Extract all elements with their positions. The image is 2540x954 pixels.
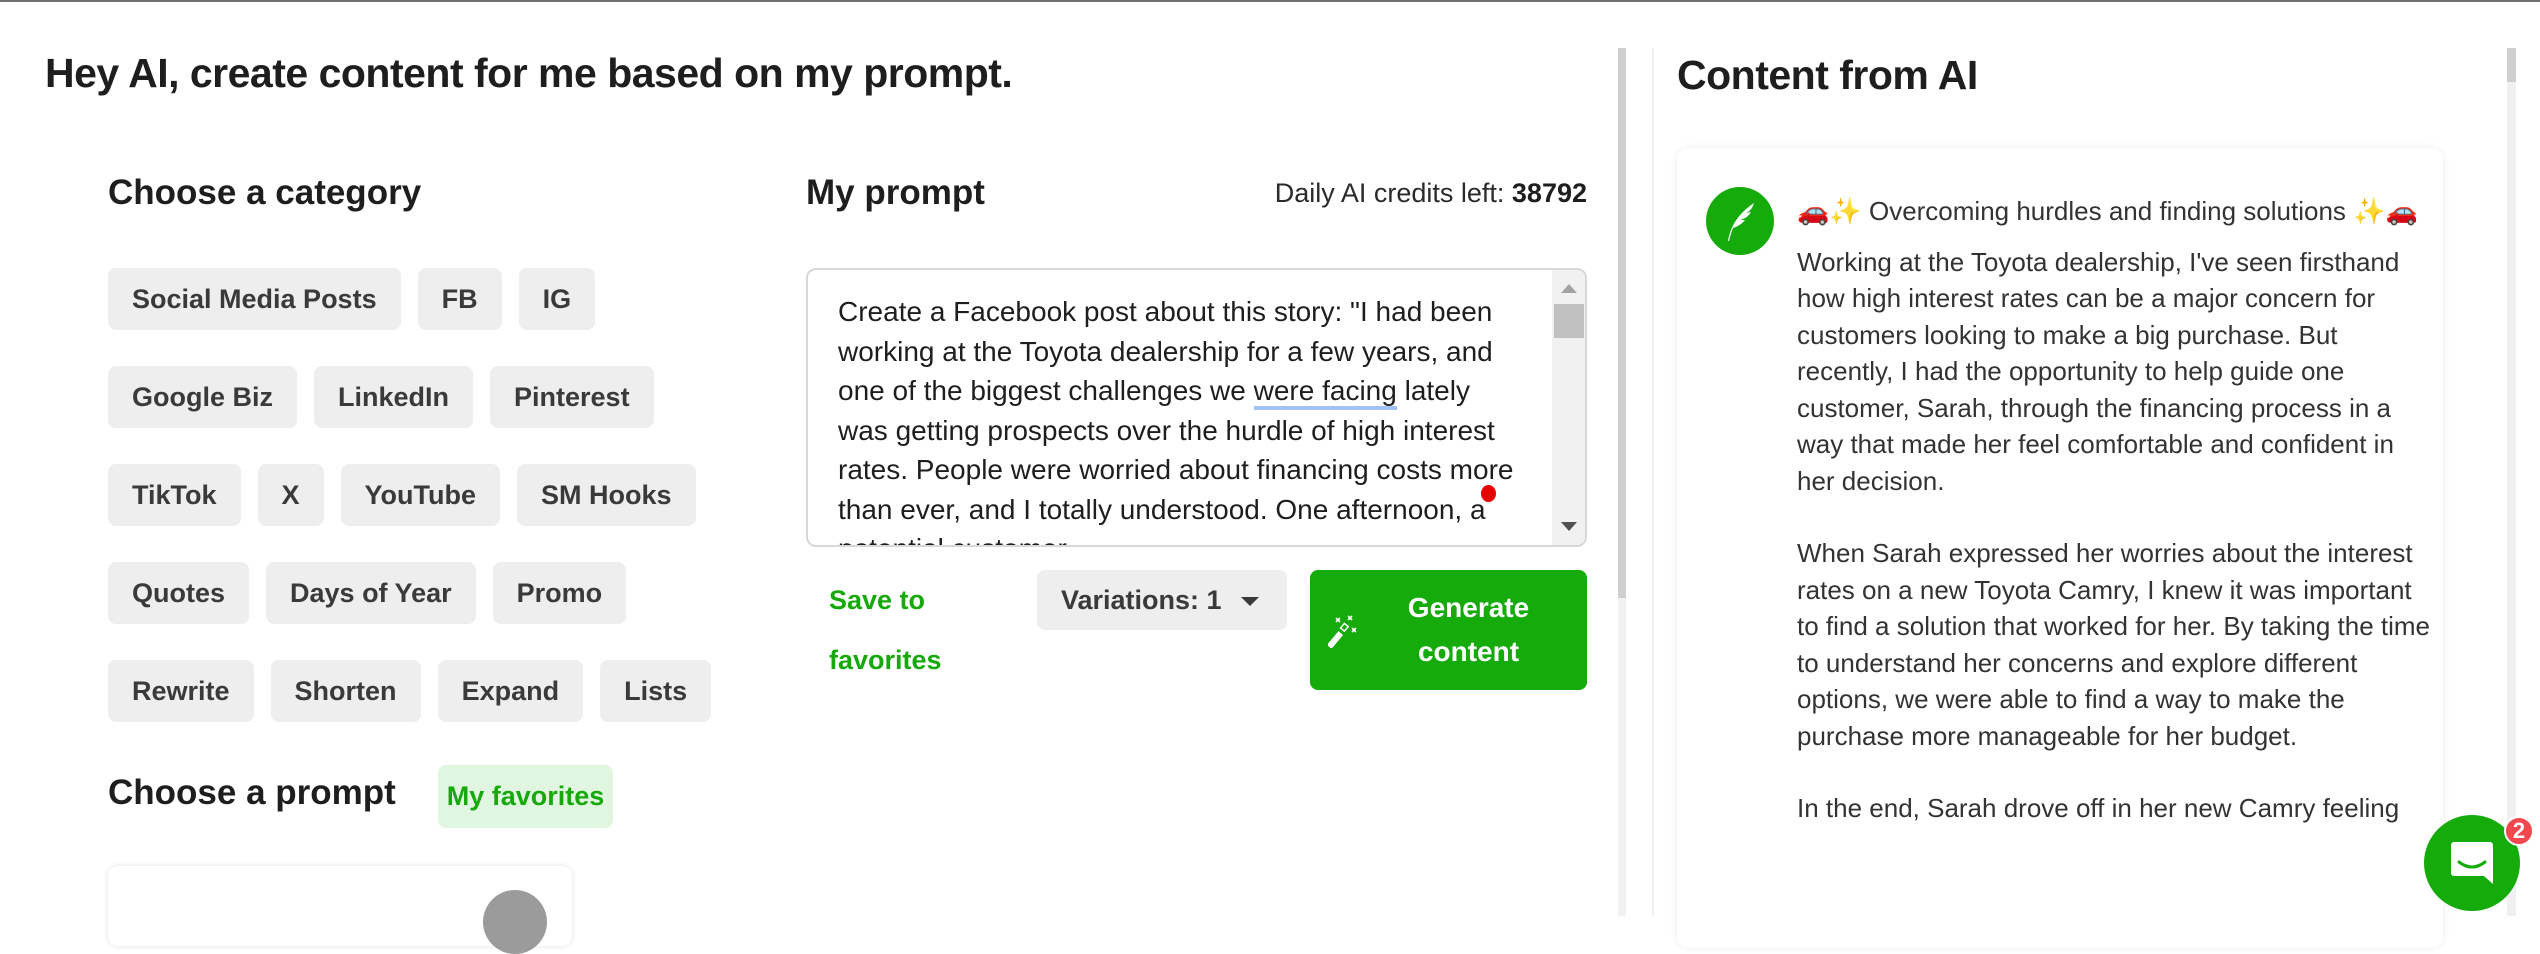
chat-bubble-icon (2451, 842, 2493, 884)
category-chip-expand[interactable]: Expand (437, 660, 584, 722)
output-heading: Content from AI (1677, 52, 1978, 98)
window-top-border (0, 0, 2540, 2)
spellcheck-highlight: were facing (1253, 375, 1397, 410)
choose-prompt-heading: Choose a prompt (108, 773, 396, 812)
category-chip-social-media-posts[interactable]: Social Media Posts (108, 268, 401, 330)
variations-dropdown[interactable]: Variations: 1 (1037, 570, 1287, 630)
magic-wand-icon (1328, 615, 1357, 648)
category-chip-promo[interactable]: Promo (492, 562, 627, 624)
scroll-down-arrow-icon[interactable] (1561, 522, 1577, 531)
prompt-textarea[interactable]: Create a Facebook post about this story:… (806, 268, 1587, 547)
ai-output-text: 🚗✨ Overcoming hurdles and finding soluti… (1797, 193, 2437, 863)
prompt-card-avatar (483, 890, 547, 954)
category-chip-ig[interactable]: IG (518, 268, 596, 330)
scrollbar-thumb[interactable] (1554, 304, 1584, 338)
my-favorites-button[interactable]: My favorites (438, 765, 613, 828)
category-chip-google-biz[interactable]: Google Biz (108, 366, 297, 428)
category-chip-rewrite[interactable]: Rewrite (108, 660, 254, 722)
my-prompt-heading: My prompt (806, 173, 985, 212)
category-chip-fb[interactable]: FB (417, 268, 502, 330)
category-chip-pinterest[interactable]: Pinterest (490, 366, 654, 428)
chevron-down-icon (1241, 597, 1259, 606)
category-chip-linkedin[interactable]: LinkedIn (314, 366, 474, 428)
prompt-text[interactable]: Create a Facebook post about this story:… (838, 292, 1518, 545)
save-to-favorites-link[interactable]: Save to favorites (829, 570, 969, 690)
category-heading: Choose a category (108, 173, 422, 212)
feather-icon (1728, 203, 1754, 241)
generate-content-label: Generate content (1407, 592, 1530, 667)
page-title: Hey AI, create content for me based on m… (45, 50, 1013, 96)
textarea-scrollbar[interactable] (1552, 270, 1585, 545)
category-chip-days-of-year[interactable]: Days of Year (266, 562, 476, 624)
category-chip-x[interactable]: X (257, 464, 324, 526)
left-pane-scrollbar[interactable] (1618, 48, 1626, 916)
variations-label: Variations: 1 (1061, 584, 1222, 615)
output-paragraph: Working at the Toyota dealership, I've s… (1797, 246, 2400, 496)
category-chip-lists[interactable]: Lists (600, 660, 712, 722)
right-pane-scrollbar-thumb[interactable] (2507, 48, 2516, 82)
category-chip-shorten[interactable]: Shorten (270, 660, 421, 722)
notification-badge: 2 (2504, 816, 2534, 846)
generate-content-button[interactable]: Generate content (1310, 570, 1587, 690)
pane-divider (1652, 48, 1654, 916)
right-pane-scrollbar[interactable] (2507, 48, 2516, 916)
category-chip-quotes[interactable]: Quotes (108, 562, 250, 624)
scroll-up-arrow-icon[interactable] (1561, 284, 1577, 293)
category-chip-tiktok[interactable]: TikTok (108, 464, 241, 526)
category-chip-youtube[interactable]: YouTube (340, 464, 501, 526)
cursor-indicator-dot (1481, 485, 1496, 502)
output-paragraph: When Sarah expressed her worries about t… (1797, 538, 2431, 751)
credits-value: 38792 (1511, 178, 1587, 208)
category-chip-list: Social Media Posts FB IG Google Biz Link… (108, 268, 728, 722)
credits-label: Daily AI credits left: (1274, 178, 1505, 208)
left-pane-scrollbar-thumb[interactable] (1618, 48, 1626, 598)
ai-avatar (1706, 187, 1774, 255)
output-paragraph: In the end, Sarah drove off in her new C… (1797, 793, 2400, 823)
output-headline: 🚗✨ Overcoming hurdles and finding soluti… (1797, 196, 2418, 226)
prompt-card[interactable] (108, 866, 572, 954)
category-chip-sm-hooks[interactable]: SM Hooks (517, 464, 696, 526)
credits-readout: Daily AI credits left: 38792 (1275, 178, 1587, 209)
